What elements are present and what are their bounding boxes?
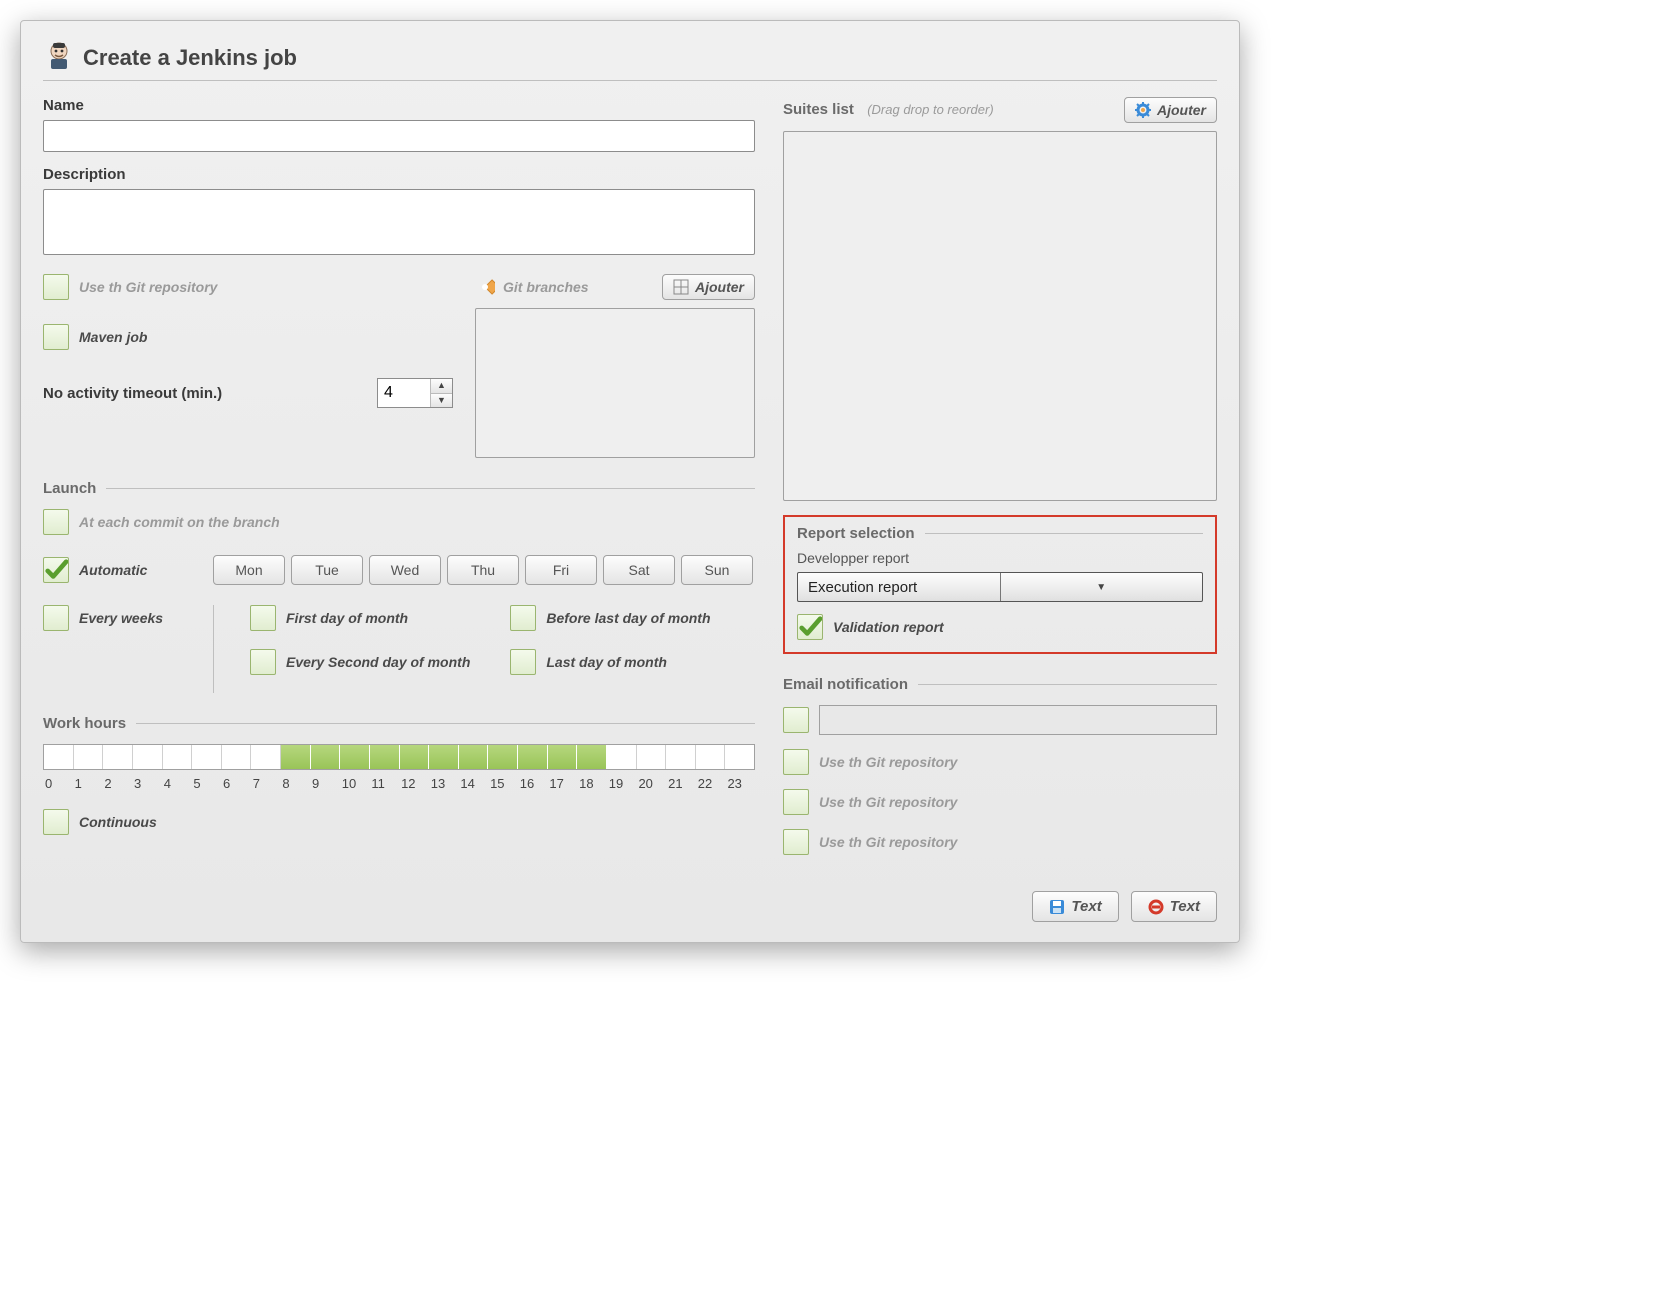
hour-segment-10[interactable] <box>340 745 370 769</box>
validation-report-label: Validation report <box>833 619 944 635</box>
email-enable-checkbox[interactable] <box>783 707 809 733</box>
grid-icon <box>673 279 689 295</box>
day-button-thu[interactable]: Thu <box>447 555 519 585</box>
hour-segment-16[interactable] <box>518 745 548 769</box>
timeout-label: No activity timeout (min.) <box>43 385 222 402</box>
hour-segment-9[interactable] <box>311 745 341 769</box>
email-opt-label-1: Use th Git repository <box>819 794 957 810</box>
dialog-title-row: Create a Jenkins job <box>43 39 1217 76</box>
before-last-label: Before last day of month <box>546 610 710 626</box>
description-input[interactable] <box>43 189 755 255</box>
continuous-label: Continuous <box>79 814 157 830</box>
timeout-down[interactable]: ▼ <box>431 394 452 408</box>
first-day-label: First day of month <box>286 610 408 626</box>
at-each-commit-checkbox[interactable] <box>43 509 69 535</box>
every-second-label: Every Second day of month <box>286 654 470 670</box>
day-button-sun[interactable]: Sun <box>681 555 753 585</box>
hour-segment-19[interactable] <box>607 745 637 769</box>
report-selection-label: Report selection <box>797 525 915 542</box>
footer-cancel-button[interactable]: Text <box>1131 891 1217 922</box>
timeout-up[interactable]: ▲ <box>431 379 452 394</box>
suites-list-hint: (Drag drop to reorder) <box>867 102 993 117</box>
email-opt-label-2: Use th Git repository <box>819 834 957 850</box>
hour-segment-17[interactable] <box>548 745 578 769</box>
hour-segment-12[interactable] <box>400 745 430 769</box>
hour-segment-0[interactable] <box>44 745 74 769</box>
suites-list-panel[interactable] <box>783 131 1217 501</box>
hour-segment-8[interactable] <box>281 745 311 769</box>
email-opt-checkbox-2[interactable] <box>783 829 809 855</box>
email-opt-checkbox-0[interactable] <box>783 749 809 775</box>
first-day-checkbox[interactable] <box>250 605 276 631</box>
every-weeks-checkbox[interactable] <box>43 605 69 631</box>
hour-segment-18[interactable] <box>577 745 607 769</box>
report-selection-highlight: Report selection Developper report Execu… <box>783 515 1217 654</box>
name-label: Name <box>43 97 755 114</box>
jenkins-icon <box>43 39 75 76</box>
continuous-checkbox[interactable] <box>43 809 69 835</box>
hour-segment-20[interactable] <box>637 745 667 769</box>
last-day-label: Last day of month <box>546 654 667 670</box>
timeout-input[interactable] <box>378 379 430 407</box>
gear-icon <box>1135 102 1151 118</box>
hour-segment-1[interactable] <box>74 745 104 769</box>
email-opt-label-0: Use th Git repository <box>819 754 957 770</box>
description-label: Description <box>43 166 755 183</box>
day-button-fri[interactable]: Fri <box>525 555 597 585</box>
hour-segment-21[interactable] <box>666 745 696 769</box>
name-input[interactable] <box>43 120 755 152</box>
day-button-tue[interactable]: Tue <box>291 555 363 585</box>
use-git-label: Use th Git repository <box>79 279 217 295</box>
hour-segment-4[interactable] <box>163 745 193 769</box>
timeout-spinner[interactable]: ▲ ▼ <box>377 378 453 408</box>
suites-list-label: Suites list <box>783 101 854 118</box>
hour-segment-13[interactable] <box>429 745 459 769</box>
maven-checkbox[interactable] <box>43 324 69 350</box>
day-button-mon[interactable]: Mon <box>213 555 285 585</box>
work-hours-bar[interactable] <box>43 744 755 770</box>
launch-label: Launch <box>43 480 96 497</box>
work-hours-labels: 01234567891011121314151617181920212223 <box>43 776 755 791</box>
git-branches-add-button[interactable]: Ajouter <box>662 274 755 300</box>
dialog-title: Create a Jenkins job <box>83 45 297 71</box>
footer-save-button[interactable]: Text <box>1032 891 1118 922</box>
hour-segment-22[interactable] <box>696 745 726 769</box>
day-button-sat[interactable]: Sat <box>603 555 675 585</box>
email-opt-checkbox-1[interactable] <box>783 789 809 815</box>
validation-report-checkbox[interactable] <box>797 614 823 640</box>
before-last-checkbox[interactable] <box>510 605 536 631</box>
title-rule <box>43 80 1217 81</box>
hour-segment-23[interactable] <box>725 745 754 769</box>
hour-segment-14[interactable] <box>459 745 489 769</box>
maven-label: Maven job <box>79 329 147 345</box>
day-button-wed[interactable]: Wed <box>369 555 441 585</box>
work-hours-label: Work hours <box>43 715 126 732</box>
git-branches-panel[interactable] <box>475 308 755 458</box>
git-branches-icon <box>475 277 495 297</box>
git-branches-label: Git branches <box>503 279 589 295</box>
chevron-down-icon: ▼ <box>1000 573 1203 601</box>
email-input[interactable] <box>819 705 1217 735</box>
developer-report-select[interactable]: Execution report ▼ <box>797 572 1203 602</box>
every-second-checkbox[interactable] <box>250 649 276 675</box>
suites-add-button[interactable]: Ajouter <box>1124 97 1217 123</box>
hour-segment-6[interactable] <box>222 745 252 769</box>
hour-segment-5[interactable] <box>192 745 222 769</box>
hour-segment-3[interactable] <box>133 745 163 769</box>
every-weeks-label: Every weeks <box>79 610 163 626</box>
automatic-label: Automatic <box>79 562 147 578</box>
forbidden-icon <box>1148 899 1164 915</box>
email-notification-label: Email notification <box>783 676 908 693</box>
at-each-commit-label: At each commit on the branch <box>79 514 280 530</box>
hour-segment-7[interactable] <box>251 745 281 769</box>
save-icon <box>1049 899 1065 915</box>
automatic-checkbox[interactable] <box>43 557 69 583</box>
hour-segment-15[interactable] <box>488 745 518 769</box>
use-git-checkbox[interactable] <box>43 274 69 300</box>
last-day-checkbox[interactable] <box>510 649 536 675</box>
developer-report-label: Developper report <box>797 550 909 566</box>
hour-segment-2[interactable] <box>103 745 133 769</box>
hour-segment-11[interactable] <box>370 745 400 769</box>
